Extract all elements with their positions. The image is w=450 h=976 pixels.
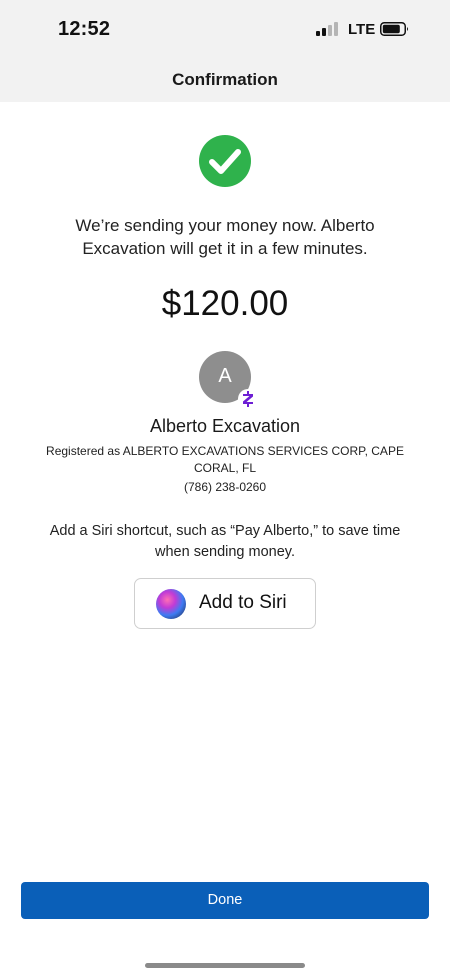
avatar-initial: A: [218, 365, 232, 387]
confirmation-message-line: We’re sending your money now. Alberto: [75, 216, 375, 235]
registered-line: CORAL, FL: [193, 461, 256, 475]
nav-header: Confirmation: [0, 60, 450, 102]
carrier-label: LTE: [348, 21, 376, 38]
confirmation-message-line: Excavation will get it in a few minutes.: [82, 239, 368, 258]
page-title: Confirmation: [172, 70, 278, 89]
home-indicator[interactable]: [145, 963, 305, 968]
zelle-icon: [238, 389, 258, 409]
done-label: Done: [207, 892, 243, 908]
add-to-siri-label: Add to Siri: [199, 592, 287, 613]
siri-icon: [156, 589, 186, 619]
cellular-signal-icon: [316, 22, 342, 36]
status-bar: 12:52 LTE: [0, 0, 450, 60]
siri-shortcut-note: Add a Siri shortcut, such as “Pay Albert…: [30, 521, 420, 563]
confirmation-message: We’re sending your money now. Alberto Ex…: [40, 214, 410, 260]
registered-as-text: Registered as ALBERTO EXCAVATIONS SERVIC…: [40, 443, 410, 477]
siri-note-line: when sending money.: [155, 544, 295, 560]
battery-icon: [380, 22, 408, 36]
add-to-siri-button[interactable]: Add to Siri: [134, 578, 316, 629]
status-time: 12:52: [58, 18, 111, 40]
recipient-phone: (786) 238-0260: [183, 480, 267, 494]
siri-note-line: Add a Siri shortcut, such as “Pay Albert…: [49, 523, 401, 539]
done-button[interactable]: Done: [21, 882, 429, 919]
check-circle-icon: [198, 134, 252, 188]
registered-line: Registered as ALBERTO EXCAVATIONS SERVIC…: [46, 444, 404, 458]
recipient-name: Alberto Excavation: [149, 416, 301, 436]
payment-amount: $120.00: [161, 284, 289, 323]
